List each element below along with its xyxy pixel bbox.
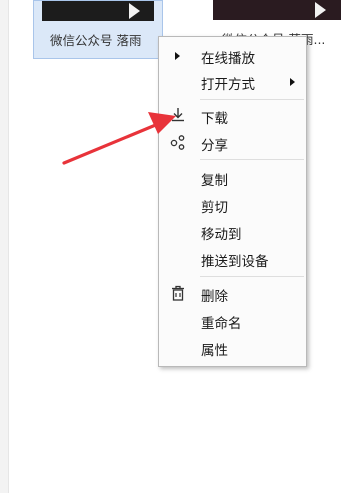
annotation-arrow	[62, 112, 176, 165]
